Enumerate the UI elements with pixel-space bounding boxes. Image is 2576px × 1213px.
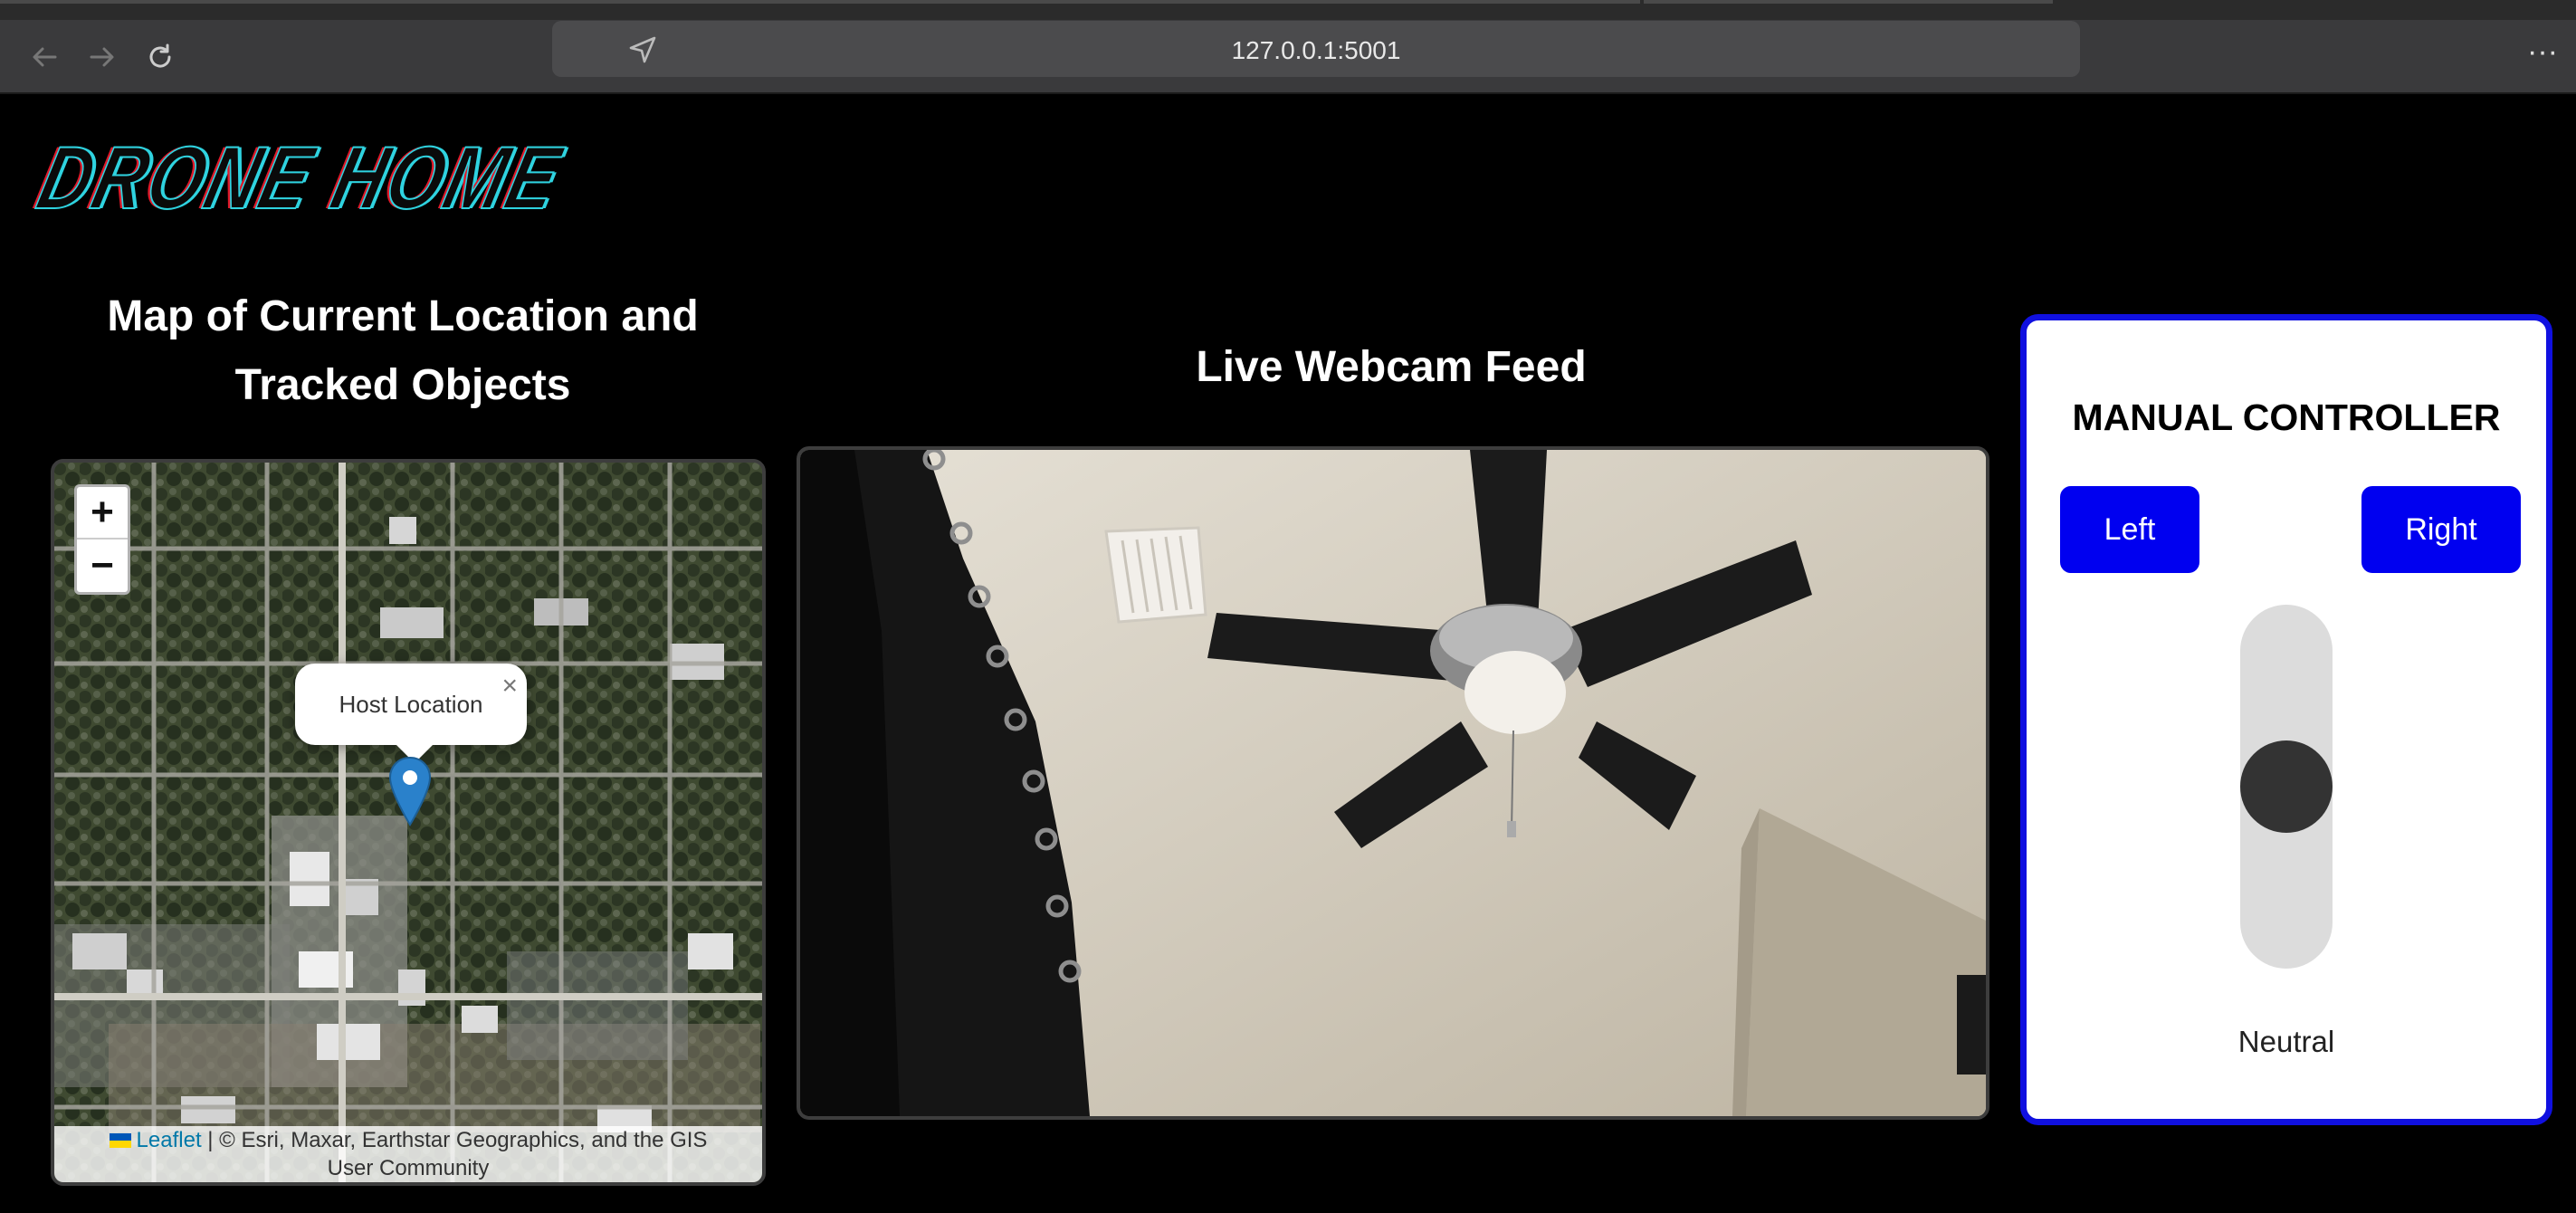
popup-text: Host Location: [339, 691, 483, 718]
zoom-out-button[interactable]: −: [77, 540, 128, 592]
reload-icon[interactable]: [138, 34, 183, 80]
controller-status: Neutral: [2237, 1025, 2335, 1058]
map-attribution: Leaflet | © Esri, Maxar, Earthstar Geogr…: [54, 1126, 762, 1182]
arrow-left-icon[interactable]: [22, 34, 67, 80]
slider-knob[interactable]: [2240, 740, 2333, 833]
browser-toolbar: 127.0.0.1:5001 ···: [0, 20, 2576, 94]
webcam-image: [800, 450, 1986, 1116]
zoom-control: + −: [74, 484, 130, 595]
ukraine-flag-icon: [109, 1133, 131, 1148]
map-title: Map of Current Location and Tracked Obje…: [107, 292, 699, 409]
zoom-in-button[interactable]: +: [77, 487, 128, 540]
feed-title: Live Webcam Feed: [1196, 343, 1587, 391]
address-bar[interactable]: 127.0.0.1:5001: [552, 21, 2080, 77]
attribution-text: | © Esri, Maxar, Earthstar Geographics, …: [201, 1128, 708, 1180]
left-button[interactable]: Left: [2060, 486, 2199, 573]
tab-indicator: [1644, 0, 2053, 4]
close-icon[interactable]: ×: [501, 671, 518, 702]
satellite-map[interactable]: + − Host Location × Leaflet | © Esri, Ma…: [51, 459, 766, 1186]
right-button[interactable]: Right: [2361, 486, 2521, 573]
location-popup: Host Location ×: [295, 664, 527, 763]
manual-controller-panel: MANUAL CONTROLLER Left Right Neutral: [2020, 314, 2552, 1125]
map-pin-icon[interactable]: [387, 756, 433, 828]
leaflet-link[interactable]: Leaflet: [137, 1128, 202, 1152]
tab-indicator: [0, 0, 1640, 4]
app-logo: DRONE HOME: [28, 127, 572, 228]
throttle-slider[interactable]: [2240, 605, 2333, 969]
arrow-right-icon[interactable]: [80, 34, 125, 80]
url-text: 127.0.0.1:5001: [1231, 36, 1401, 64]
webcam-feed: [797, 446, 1989, 1120]
controller-title: MANUAL CONTROLLER: [2072, 396, 2501, 438]
more-dots-icon[interactable]: ···: [2527, 36, 2567, 67]
browser-tab-strip: [0, 0, 2576, 20]
